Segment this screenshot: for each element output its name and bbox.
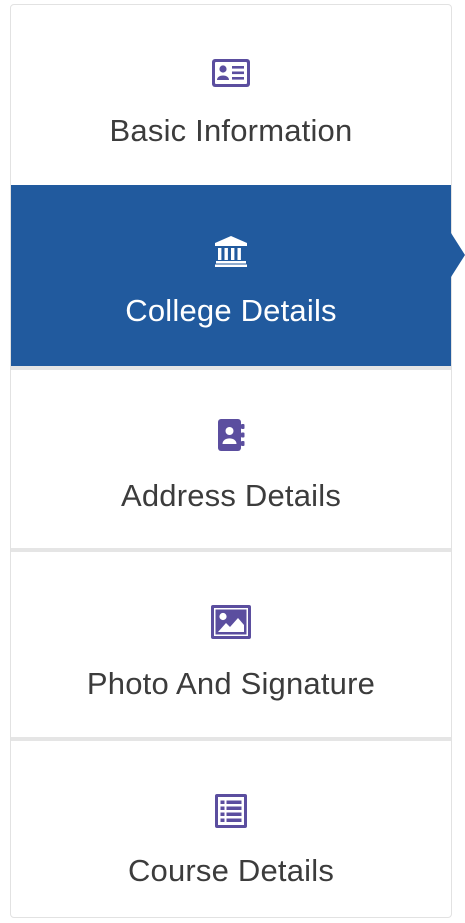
list-icon <box>214 793 248 829</box>
step-label: College Details <box>125 293 337 328</box>
university-icon <box>214 235 248 267</box>
step-photo-and-signature[interactable]: Photo And Signature <box>11 552 451 737</box>
step-label: Basic Information <box>109 113 353 148</box>
wizard-stepper: Basic Information College Details Addres… <box>10 4 465 918</box>
step-label: Photo And Signature <box>86 666 376 701</box>
active-step-pointer <box>451 233 465 277</box>
step-label: Course Details <box>127 853 335 888</box>
step-course-details[interactable]: Course Details <box>11 741 451 917</box>
id-card-icon <box>211 57 251 89</box>
step-label: Address Details <box>120 478 342 513</box>
address-book-icon <box>216 418 246 452</box>
step-college-details[interactable]: College Details <box>11 185 465 366</box>
image-icon <box>210 604 252 640</box>
step-basic-information[interactable]: Basic Information <box>11 5 451 185</box>
step-address-details[interactable]: Address Details <box>11 370 451 548</box>
